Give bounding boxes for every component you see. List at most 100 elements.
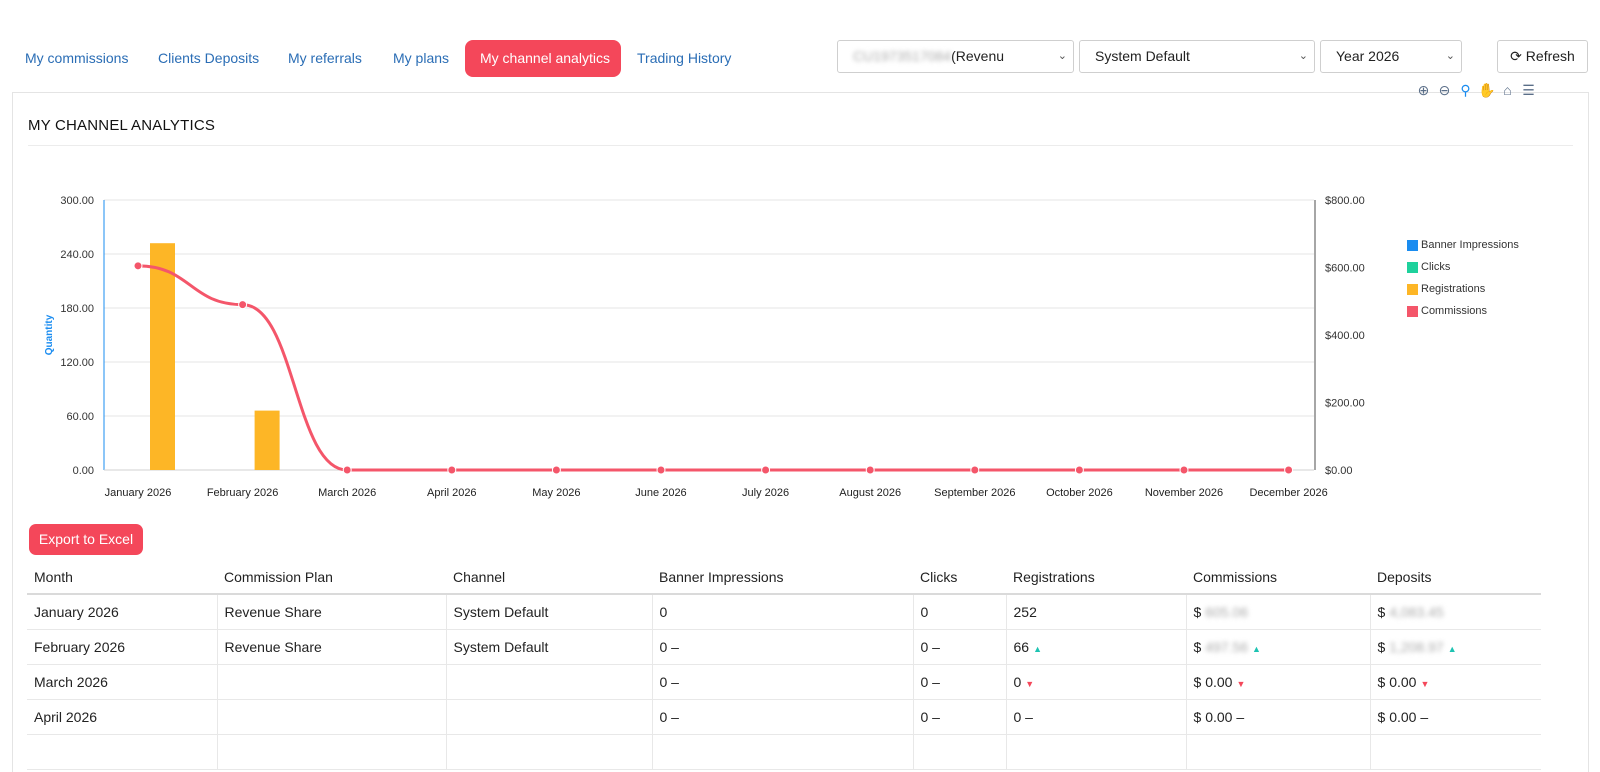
x-tick-label: June 2026 <box>635 487 686 499</box>
table-row: January 2026 Revenue Share System Default 0… <box>27 594 1541 630</box>
cell-registrations: 66 ▲ <box>1006 629 1187 665</box>
cell-commission-plan: Revenue Share <box>217 629 447 665</box>
chart-lines <box>133 261 1294 475</box>
legend-swatch <box>1407 261 1418 273</box>
chart-axes: 300.00 240.00 180.00 120.00 60.00 0.00 $800.00… <box>44 195 1365 499</box>
point-commissions <box>238 300 248 310</box>
currency-symbol: $ <box>1193 673 1202 690</box>
chart-toolbar: ⊕ ⊖ ⚲ ✋ ⌂ ☰ <box>1415 82 1537 99</box>
zoom-selection-icon[interactable]: ⚲ <box>1457 82 1474 99</box>
x-tick-label: May 2026 <box>532 487 580 499</box>
cell-banner-impressions: 0 – <box>652 699 914 735</box>
menu-icon[interactable]: ☰ <box>1520 82 1537 99</box>
trend-up-icon: ▲ <box>1447 643 1457 654</box>
y-left-tick-label: 60.00 <box>66 411 94 423</box>
y-left-tick-label: 240.00 <box>60 249 94 261</box>
table-row: February 2026 Revenue Share System Default… <box>27 629 1541 665</box>
y-right-tick-label: $0.00 <box>1325 465 1353 477</box>
cell-banner-impressions <box>652 734 914 770</box>
line-commissions <box>137 264 1289 472</box>
cell-registrations: 252 <box>1006 594 1187 630</box>
cell-commissions: $ 0.00 ▼ <box>1186 664 1371 700</box>
cell-clicks <box>913 734 1007 770</box>
x-tick-label: January 2026 <box>105 487 172 499</box>
amount-value: 0.00 – <box>1205 708 1245 725</box>
redacted-amount: 497.56 <box>1205 638 1249 655</box>
cell-clicks: 0 <box>913 594 1007 630</box>
table-header-row: Month Commission Plan Channel Banner Imp… <box>27 560 1541 595</box>
cell-banner-impressions: 0 – <box>652 629 914 665</box>
cell-commissions: $ 605.06 <box>1186 594 1371 630</box>
export-to-excel-button[interactable]: Export to Excel <box>29 524 143 555</box>
legend-label: Banner Impressions <box>1421 239 1519 251</box>
cell-month: February 2026 <box>27 629 218 665</box>
y-right-tick-label: $200.00 <box>1325 398 1365 410</box>
x-tick-label: March 2026 <box>318 487 376 499</box>
currency-symbol: $ <box>1193 638 1202 655</box>
y-left-tick-label: 180.00 <box>60 303 94 315</box>
y-left-tick-label: 0.00 <box>73 465 94 477</box>
currency-symbol: $ <box>1377 673 1386 690</box>
point-commissions <box>761 465 771 475</box>
redacted-amount: 4,083.45 <box>1389 603 1444 620</box>
chart-bars <box>150 243 280 470</box>
zoom-in-icon[interactable]: ⊕ <box>1415 82 1432 99</box>
column-header: Clicks <box>913 560 1006 595</box>
registrations-value: 0 – <box>1013 708 1033 725</box>
cell-commissions <box>1186 734 1371 770</box>
amount-value: 0.00 <box>1205 673 1233 690</box>
trend-down-icon: ▼ <box>1420 678 1430 689</box>
column-header: Commissions <box>1186 560 1370 595</box>
y-left-tick-label: 300.00 <box>60 195 94 207</box>
trend-up-icon: ▲ <box>1033 643 1042 654</box>
pan-hand-icon[interactable]: ✋ <box>1478 82 1495 99</box>
cell-registrations: 0 ▼ <box>1006 664 1187 700</box>
cell-channel <box>446 699 653 735</box>
point-commissions <box>1074 465 1084 475</box>
point-commissions <box>342 465 352 475</box>
currency-symbol: $ <box>1377 708 1386 725</box>
zoom-out-icon[interactable]: ⊖ <box>1436 82 1453 99</box>
home-reset-icon[interactable]: ⌂ <box>1499 82 1516 99</box>
analytics-table: Month Commission Plan Channel Banner Imp… <box>27 560 1541 770</box>
cell-channel: System Default <box>446 594 653 630</box>
table-row: March 2026 0 –0 –0 ▼ $ 0.00 ▼ $ 0.00 ▼ <box>27 664 1541 700</box>
x-tick-label: December 2026 <box>1249 487 1327 499</box>
bar-registrations <box>254 410 280 470</box>
registrations-value: 252 <box>1013 603 1037 620</box>
legend-item-commissions[interactable]: Commissions <box>1407 300 1519 322</box>
cell-deposits: $ 0.00 – <box>1370 699 1541 735</box>
cell-channel <box>446 664 653 700</box>
cell-channel <box>446 734 653 770</box>
bar-registrations <box>150 243 175 470</box>
cell-registrations: 0 – <box>1006 699 1187 735</box>
currency-symbol: $ <box>1193 708 1202 725</box>
cell-month <box>27 734 218 770</box>
legend-item-clicks[interactable]: Clicks <box>1407 256 1519 278</box>
legend-label: Registrations <box>1421 283 1486 295</box>
point-commissions <box>970 465 980 475</box>
legend-swatch <box>1407 305 1418 317</box>
column-header: Deposits <box>1370 560 1541 595</box>
legend-label: Clicks <box>1421 261 1451 273</box>
currency-symbol: $ <box>1377 603 1386 620</box>
x-tick-label: October 2026 <box>1046 487 1113 499</box>
redacted-amount: 1,208.97 <box>1389 638 1444 655</box>
cell-commissions: $ 0.00 – <box>1186 699 1371 735</box>
analytics-chart: 300.00 240.00 180.00 120.00 60.00 0.00 $800.00… <box>44 195 1365 499</box>
x-tick-label: July 2026 <box>742 487 789 499</box>
x-tick-label: November 2026 <box>1145 487 1223 499</box>
x-tick-label: August 2026 <box>839 487 901 499</box>
cell-commission-plan: Revenue Share <box>217 594 447 630</box>
registrations-value: 66 <box>1013 638 1030 655</box>
cell-clicks: 0 – <box>913 664 1007 700</box>
legend-item-banner-impressions[interactable]: Banner Impressions <box>1407 234 1519 256</box>
cell-month: January 2026 <box>27 594 218 630</box>
legend-swatch <box>1407 239 1418 251</box>
currency-symbol: $ <box>1377 638 1386 655</box>
point-commissions <box>865 465 875 475</box>
cell-commissions: $ 497.56 ▲ <box>1186 629 1371 665</box>
legend-item-registrations[interactable]: Registrations <box>1407 278 1519 300</box>
x-tick-label: September 2026 <box>934 487 1015 499</box>
cell-commission-plan <box>217 664 447 700</box>
